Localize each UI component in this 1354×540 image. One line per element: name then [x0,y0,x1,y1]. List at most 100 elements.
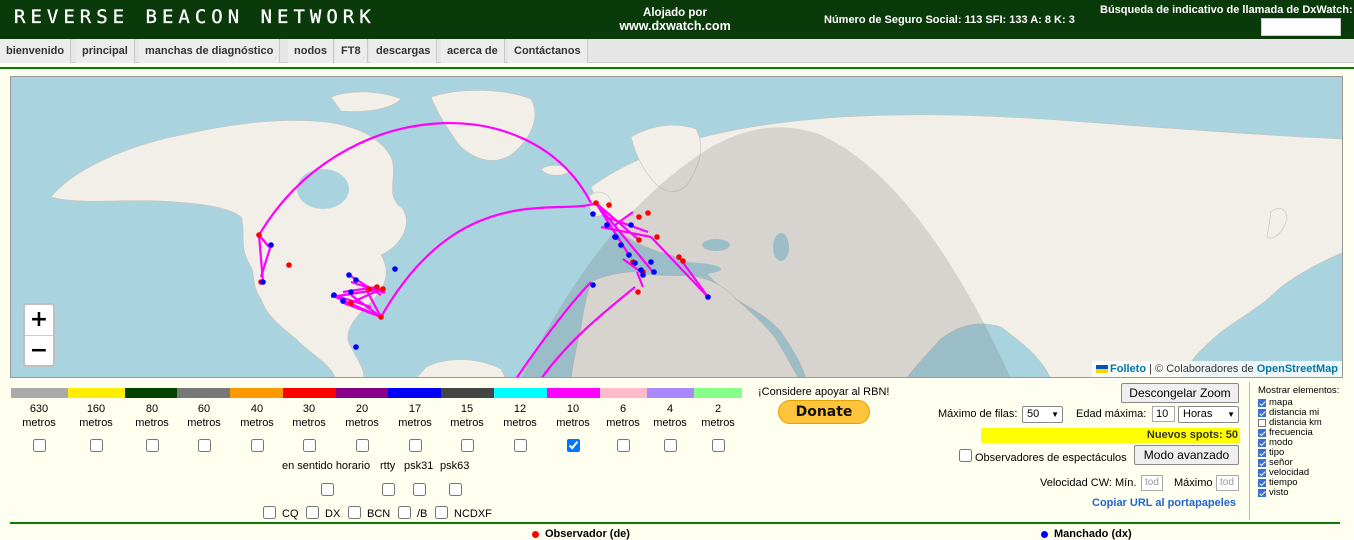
site-logo[interactable]: REVERSE BEACON NETWORK [14,6,376,28]
type-checkbox-cq[interactable] [263,506,276,519]
spotted-marker[interactable] [628,222,634,228]
mode-checkbox-psk63[interactable] [449,483,462,496]
show-element-checkbox[interactable] [1258,489,1266,497]
band-checkbox-20[interactable] [355,439,369,452]
cw-min-input[interactable]: tod [1141,475,1163,491]
spotted-marker[interactable] [705,294,711,300]
observer-marker[interactable] [380,286,386,292]
observer-marker[interactable] [680,258,686,264]
band-checkbox-15[interactable] [460,439,474,452]
band-checkbox-30[interactable] [302,439,316,452]
spotted-marker[interactable] [651,269,657,275]
band-checkbox-40[interactable] [250,439,264,452]
show-element-checkbox[interactable] [1258,429,1266,437]
nav-item-ft8[interactable]: FT8 [335,39,368,63]
type-checkbox-ncdxf[interactable] [435,506,448,519]
observer-marker[interactable] [645,210,651,216]
callsign-search-input[interactable] [1261,18,1341,36]
show-element-checkbox[interactable] [1258,399,1266,407]
type-checkbox-bcn[interactable] [348,506,361,519]
copy-url-link[interactable]: Copiar URL al portapapeles [1092,497,1236,509]
type-checkbox-dx[interactable] [306,506,319,519]
nav-item-contactanos[interactable]: Contáctanos [508,39,588,63]
spotted-marker[interactable] [640,272,646,278]
spotted-marker[interactable] [353,277,359,283]
max-rows-select[interactable]: 50 [1022,406,1063,423]
nav-item-diagnostico[interactable]: manchas de diagnóstico [139,39,281,63]
observer-marker[interactable] [374,284,380,290]
observer-marker[interactable] [378,314,384,320]
spotted-marker[interactable] [626,252,632,258]
show-element-checkbox[interactable] [1258,459,1266,467]
advanced-mode-button[interactable]: Modo avanzado [1134,445,1239,465]
zoom-in-button[interactable]: + [25,305,53,335]
max-age-unit-select[interactable]: Horas [1178,406,1239,423]
observer-marker[interactable] [635,289,641,295]
band-checkbox-4[interactable] [663,439,677,452]
spotted-marker[interactable] [260,279,266,285]
spotted-marker[interactable] [590,282,596,288]
spotted-marker[interactable] [331,292,337,298]
hosted-link[interactable]: www.dxwatch.com [600,20,750,33]
band-checkbox-60[interactable] [197,439,211,452]
show-element-item[interactable]: visto [1258,488,1342,498]
observer-marker[interactable] [676,254,682,260]
show-element-checkbox[interactable] [1258,409,1266,417]
spotted-marker[interactable] [638,267,644,273]
nav-item-nodos[interactable]: nodos [288,39,334,63]
nav-item-acerca[interactable]: acerca de [441,39,505,63]
spotted-marker[interactable] [613,234,619,240]
spotted-marker[interactable] [348,289,354,295]
spotted-marker[interactable] [268,242,274,248]
spotted-marker[interactable] [346,272,352,278]
map-canvas[interactable] [11,77,1343,378]
band-checkbox-630[interactable] [32,439,46,452]
observer-marker[interactable] [606,202,612,208]
cw-max-input[interactable]: tod [1216,475,1239,491]
observer-marker[interactable] [366,286,372,292]
mode-checkbox-psk31[interactable] [413,483,426,496]
max-age-input[interactable]: 10 [1152,406,1175,422]
nav-item-principal[interactable]: principal [76,39,135,63]
type-label-b: /B [417,508,428,520]
observer-marker[interactable] [654,234,660,240]
spotted-marker[interactable] [340,298,346,304]
show-element-checkbox[interactable] [1258,419,1266,427]
type-checkbox-b[interactable] [398,506,411,519]
show-element-checkbox[interactable] [1258,469,1266,477]
spotted-marker[interactable] [618,242,624,248]
mode-checkbox-rtty[interactable] [382,483,395,496]
spotted-marker[interactable] [353,344,359,350]
zoom-out-button[interactable]: − [25,335,53,365]
spotted-marker[interactable] [604,222,610,228]
nav-item-bienvenido[interactable]: bienvenido [0,39,72,63]
observer-marker[interactable] [256,232,262,238]
unfreeze-zoom-button[interactable]: Descongelar Zoom [1121,383,1239,403]
osm-link[interactable]: OpenStreetMap [1257,363,1338,375]
band-checkbox-6[interactable] [616,439,630,452]
show-element-checkbox[interactable] [1258,439,1266,447]
band-checkbox-12[interactable] [513,439,527,452]
observer-marker[interactable] [636,214,642,220]
observer-marker[interactable] [593,200,599,206]
spotted-marker[interactable] [632,260,638,266]
mode-checkbox-clockwise[interactable] [321,483,334,496]
band-checkbox-2[interactable] [711,439,725,452]
spotted-marker[interactable] [648,259,654,265]
leaflet-link[interactable]: Folleto [1110,363,1146,375]
observer-marker[interactable] [286,262,292,268]
show-element-checkbox[interactable] [1258,479,1266,487]
band-checkbox-80[interactable] [145,439,159,452]
observer-marker[interactable] [636,237,642,243]
band-checkbox-160[interactable] [89,439,103,452]
spotted-marker[interactable] [590,211,596,217]
donate-button[interactable]: Donate [778,400,870,424]
observer-marker[interactable] [348,300,354,306]
band-checkbox-10[interactable] [566,439,580,452]
nav-item-descargas[interactable]: descargas [370,39,438,63]
spotted-marker[interactable] [392,266,398,272]
show-element-checkbox[interactable] [1258,449,1266,457]
band-checkbox-17[interactable] [408,439,422,452]
spot-map[interactable]: + − Folleto | © Colaboradores de OpenStr… [10,76,1343,378]
show-observers-checkbox[interactable] [959,449,972,462]
